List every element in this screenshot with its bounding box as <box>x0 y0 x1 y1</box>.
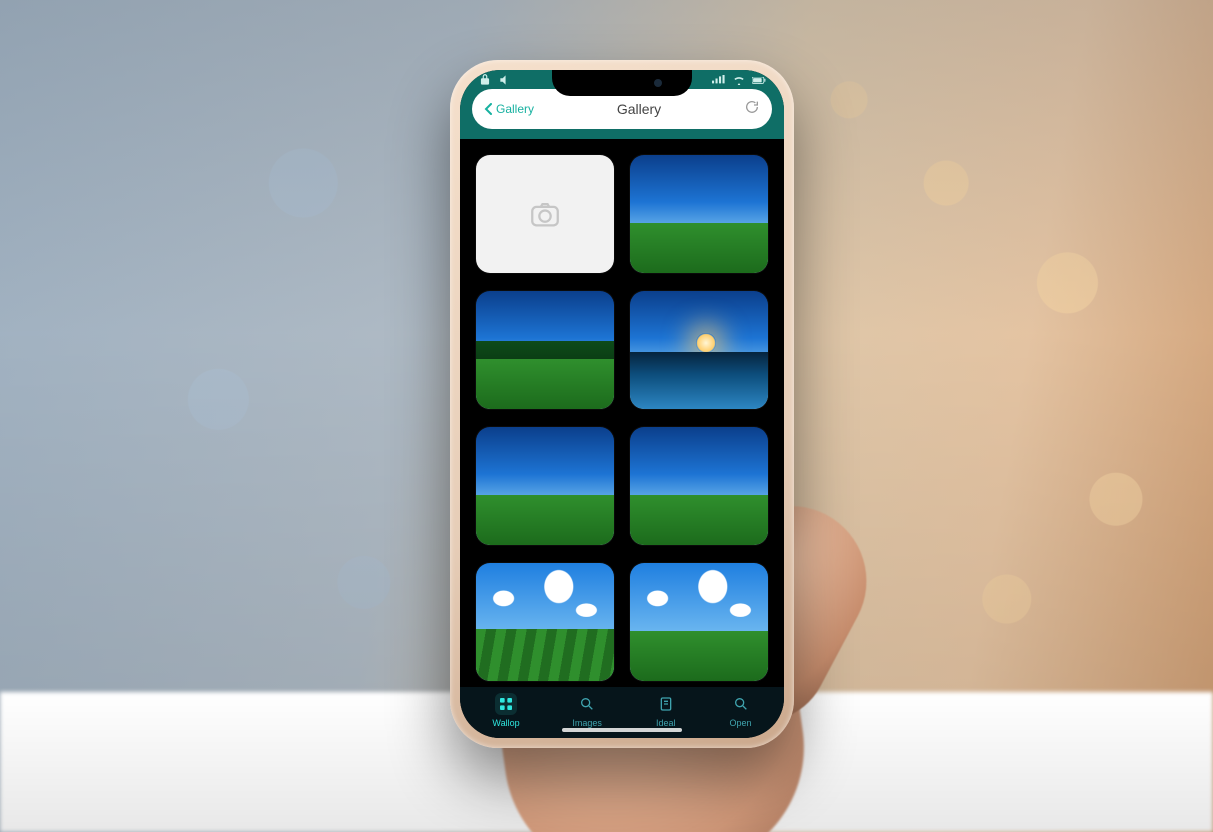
photo-thumbnail[interactable] <box>630 291 768 409</box>
battery-icon <box>752 73 766 83</box>
home-indicator[interactable] <box>562 728 682 732</box>
nav-label: Images <box>572 718 602 728</box>
back-label: Gallery <box>496 102 534 116</box>
nav-label: Open <box>730 718 752 728</box>
nav-label: Ideal <box>656 718 676 728</box>
photo-thumbnail[interactable] <box>476 563 614 681</box>
nav-item-1[interactable]: Images <box>572 693 602 728</box>
photo-thumbnail[interactable] <box>630 427 768 545</box>
wifi-icon <box>732 73 746 83</box>
camera-tile[interactable] <box>476 155 614 273</box>
page-title: Gallery <box>542 101 736 117</box>
phone-device: Gallery Gallery <box>450 60 794 748</box>
phone-notch <box>552 70 692 96</box>
photo-thumbnail[interactable] <box>476 291 614 409</box>
search-icon <box>576 693 598 715</box>
back-button[interactable]: Gallery <box>484 102 534 116</box>
photo-thumbnail[interactable] <box>630 155 768 273</box>
lock-icon <box>478 73 492 83</box>
photo-grid <box>460 139 784 687</box>
nav-item-3[interactable]: Open <box>730 693 752 728</box>
camera-icon <box>528 197 562 231</box>
photo-thumbnail[interactable] <box>476 427 614 545</box>
volume-icon <box>498 73 512 83</box>
refresh-icon[interactable] <box>744 99 760 120</box>
search-icon <box>730 693 752 715</box>
grid-icon <box>495 693 517 715</box>
photo-scene: Gallery Gallery <box>0 0 1213 832</box>
photo-thumbnail[interactable] <box>630 563 768 681</box>
note-icon <box>655 693 677 715</box>
nav-item-2[interactable]: Ideal <box>655 693 677 728</box>
nav-label: Wallop <box>492 718 519 728</box>
signal-icon <box>712 73 726 83</box>
nav-item-0[interactable]: Wallop <box>492 693 519 728</box>
app-screen: Gallery Gallery <box>460 70 784 738</box>
